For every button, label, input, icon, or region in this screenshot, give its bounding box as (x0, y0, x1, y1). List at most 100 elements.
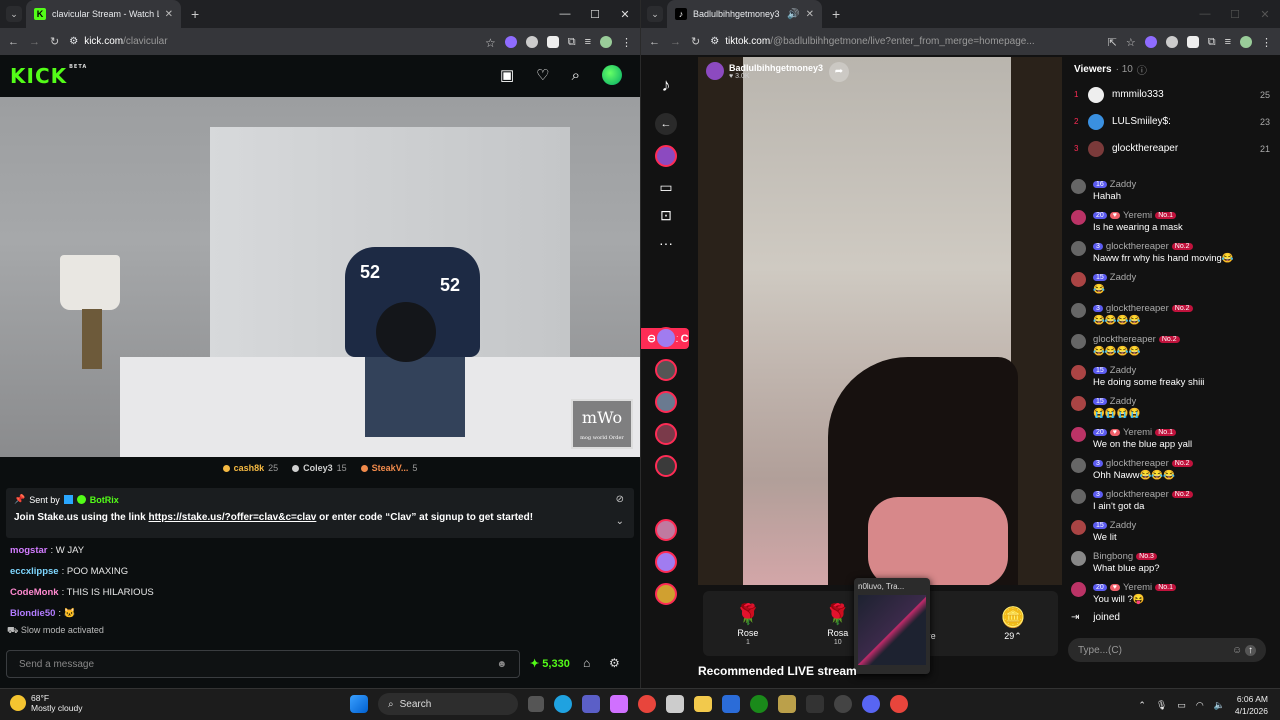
gift-item[interactable]: 🌹 Rosa 10 (825, 602, 850, 646)
back-icon[interactable]: ← (8, 36, 19, 48)
bot-name[interactable]: BotRix (90, 495, 119, 505)
reload-icon[interactable]: ↻ (50, 35, 59, 48)
tab-search-icon-right[interactable]: ⌄ (647, 6, 663, 22)
puzzle-icon-right[interactable]: ⧉ (1208, 36, 1216, 48)
kick-logo[interactable]: KICK BETA (10, 64, 87, 88)
tiktok-live-video[interactable]: Badlulbihhgetmoney3 ♥ 3.0K ➦ (698, 57, 1062, 585)
tray-chevron-icon[interactable]: ⌃ (1138, 700, 1146, 711)
back-arrow-icon[interactable]: ← (655, 113, 677, 135)
gifter-item[interactable]: SteakV... 5 (360, 463, 417, 473)
tiktok-logo-icon[interactable]: ♪ (655, 75, 677, 96)
back-icon-right[interactable]: ← (649, 36, 660, 48)
emoji-icon[interactable]: ☺ (1232, 645, 1242, 656)
chrome-icon-2[interactable] (890, 695, 908, 713)
tab-kick[interactable]: K clavicular Stream - Watch Live o ✕ (26, 0, 181, 28)
clock[interactable]: 6:06 AM 4/1/2026 (1235, 693, 1268, 717)
chat-username[interactable]: Yeremi (1123, 210, 1152, 221)
chat-avatar[interactable] (1071, 210, 1086, 225)
start-windows-icon[interactable] (350, 695, 368, 713)
chat-avatar[interactable] (1071, 303, 1086, 318)
mic-icon[interactable]: 🎙 (1156, 700, 1167, 711)
following-heart-icon[interactable]: ♡ (536, 66, 549, 84)
chat-username[interactable]: glockthereaper (1093, 334, 1156, 345)
profile-icon-right[interactable] (1240, 35, 1252, 48)
chat-username[interactable]: eccxlippse (10, 566, 59, 577)
following-avatar[interactable] (655, 145, 677, 167)
top-viewer-row[interactable]: 2 LULSmiiley$: 23 (1066, 108, 1274, 135)
chat-avatar[interactable] (1071, 241, 1086, 256)
open-external-icon[interactable]: ⇱ (1108, 36, 1117, 49)
puzzle-icon[interactable]: ⧉ (568, 36, 576, 48)
chat-avatar[interactable] (1071, 458, 1086, 473)
chat-avatar[interactable] (1071, 179, 1086, 194)
channel-points[interactable]: ✦ 5,330 (530, 657, 570, 670)
emote-icon[interactable]: ☻ (496, 659, 507, 670)
chat-username[interactable]: Yeremi (1123, 582, 1152, 593)
wifi-icon[interactable]: ◠ (1196, 700, 1204, 711)
chat-avatar[interactable] (1071, 334, 1086, 349)
steam-icon[interactable] (834, 695, 852, 713)
live-avatar-8[interactable] (655, 583, 677, 605)
forward-icon[interactable]: → (29, 36, 40, 48)
ext-me-icon-right[interactable] (1186, 35, 1199, 48)
media-icon-right[interactable]: ≡ (1225, 36, 1231, 48)
ext-me-icon[interactable] (546, 35, 559, 48)
ext-purple-icon[interactable] (504, 35, 517, 48)
chat-avatar[interactable] (1071, 489, 1086, 504)
chat-username[interactable]: glockthereaper (1106, 489, 1169, 500)
store-icon[interactable] (666, 695, 684, 713)
live-avatar-6[interactable] (655, 519, 677, 541)
chat-avatar[interactable] (1071, 272, 1086, 287)
chat-avatar[interactable] (1071, 396, 1086, 411)
ext-cloud-icon-right[interactable] (1165, 35, 1178, 48)
live-avatar-3[interactable] (655, 391, 677, 413)
task-view-icon[interactable] (528, 696, 544, 712)
hide-pin-icon[interactable]: ⊘ (616, 494, 624, 505)
chat-username[interactable]: Blondie50 (10, 608, 55, 619)
chat-username[interactable]: Yeremi (1123, 427, 1152, 438)
file-explorer-icon[interactable] (694, 696, 712, 712)
copilot-icon[interactable] (610, 695, 628, 713)
ext-purple-icon-right[interactable] (1144, 35, 1157, 48)
chat-avatar[interactable] (1071, 427, 1086, 442)
gift-item[interactable]: 🪙 29⌃ (1001, 605, 1026, 643)
forward-icon-right[interactable]: → (670, 36, 681, 48)
chat-username[interactable]: Zaddy (1110, 365, 1136, 376)
live-avatar-1[interactable] (655, 327, 677, 349)
user-avatar[interactable] (602, 65, 622, 85)
epic-games-icon[interactable] (806, 695, 824, 713)
app-c-icon[interactable] (722, 695, 740, 713)
media-icon[interactable]: ≡ (585, 36, 591, 48)
teams-icon[interactable] (582, 695, 600, 713)
chat-username[interactable]: Zaddy (1110, 396, 1136, 407)
host-avatar[interactable] (706, 62, 724, 80)
audio-icon[interactable]: 🔊 (787, 9, 799, 20)
close-tab-icon-right[interactable]: ✕ (806, 9, 814, 20)
menu-icon-right[interactable]: ⋮ (1261, 36, 1272, 49)
chat-username[interactable]: glockthereaper (1106, 458, 1169, 469)
pinned-link[interactable]: https://stake.us/?offer=clav&c=clav (148, 512, 316, 523)
chat-username[interactable]: CodeMonk (10, 587, 59, 598)
profile-icon[interactable] (600, 35, 612, 48)
xbox-icon[interactable] (750, 695, 768, 713)
url-field-right[interactable]: ⚙ tiktok.com/@badlulbihhgetmone/live?ent… (710, 32, 1097, 52)
tiktok-chat-input[interactable]: Type...(C) ☺ ↑ (1068, 638, 1266, 662)
explore-icon[interactable]: ⊡ (655, 207, 677, 224)
top-viewer-row[interactable]: 3 glockthereaper 21 (1066, 135, 1274, 162)
chat-username[interactable]: Zaddy (1110, 272, 1136, 283)
edge-icon[interactable] (554, 695, 572, 713)
site-info-icon[interactable]: ⚙ (69, 36, 78, 47)
share-icon[interactable]: ➦ (829, 62, 849, 82)
chat-username[interactable]: Zaddy (1110, 520, 1136, 531)
live-avatar-2[interactable] (655, 359, 677, 381)
chat-username[interactable]: glockthereaper (1106, 303, 1169, 314)
reload-icon-right[interactable]: ↻ (691, 35, 700, 48)
close-window-icon[interactable]: ✕ (610, 8, 640, 21)
tab-tiktok[interactable]: ♪ Badlulbihhgetmoney3 (@b... 🔊 ✕ (667, 0, 822, 28)
gifter-item[interactable]: cash8k 25 (222, 463, 278, 473)
chat-avatar[interactable] (1071, 551, 1086, 566)
search-icon[interactable]: ⌕ (572, 67, 580, 84)
expand-chevron-icon[interactable]: ⌄ (616, 516, 624, 527)
chat-settings-icon[interactable]: ⚙ (609, 656, 620, 670)
chat-username[interactable]: mogstar (10, 545, 47, 556)
